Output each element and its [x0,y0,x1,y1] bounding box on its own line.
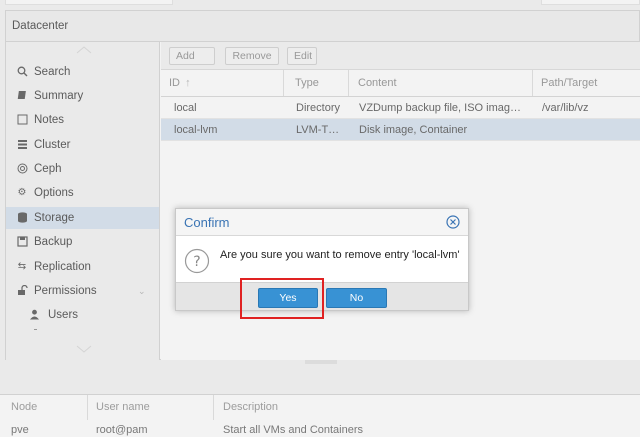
dialog-header: Confirm [176,209,468,236]
no-button[interactable]: No [326,288,387,308]
dialog-message: Are you sure you want to remove entry 'l… [220,249,460,261]
dialog-title: Confirm [184,215,230,230]
yes-button-highlight [240,278,324,319]
close-icon[interactable] [446,215,460,229]
question-icon: ? [184,248,210,274]
svg-text:?: ? [193,254,200,270]
